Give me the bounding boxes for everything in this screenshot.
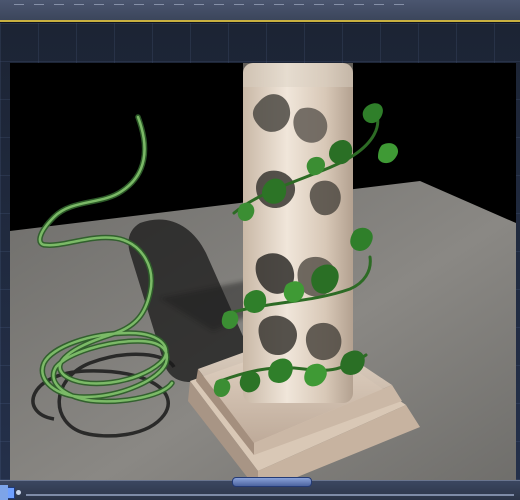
tool-tick[interactable] xyxy=(94,4,104,11)
bottom-timeline-bar[interactable] xyxy=(0,477,520,500)
status-dot xyxy=(16,490,21,495)
top-toolbar[interactable] xyxy=(0,0,520,23)
tool-tick[interactable] xyxy=(134,4,144,11)
tool-tick[interactable] xyxy=(374,4,384,11)
timeline-handle[interactable] xyxy=(232,477,312,487)
tool-tick[interactable] xyxy=(194,4,204,11)
tool-tick[interactable] xyxy=(314,4,324,11)
tool-tick[interactable] xyxy=(254,4,264,11)
tool-tick[interactable] xyxy=(354,4,364,11)
tool-tick[interactable] xyxy=(74,4,84,11)
tool-tick[interactable] xyxy=(154,4,164,11)
column-top-face xyxy=(243,63,353,87)
tool-tick[interactable] xyxy=(294,4,304,11)
tool-tick[interactable] xyxy=(54,4,64,11)
timeline-track[interactable] xyxy=(26,494,514,496)
side-tab[interactable] xyxy=(0,485,8,500)
app-window xyxy=(0,0,520,500)
tool-tick[interactable] xyxy=(274,4,284,11)
tool-tick[interactable] xyxy=(394,4,404,11)
tool-tick[interactable] xyxy=(174,4,184,11)
render-canvas[interactable] xyxy=(10,63,516,500)
tool-tick[interactable] xyxy=(14,4,24,11)
tool-tick[interactable] xyxy=(334,4,344,11)
viewport-3d[interactable] xyxy=(0,22,520,500)
tool-tick[interactable] xyxy=(234,4,244,11)
tool-tick[interactable] xyxy=(34,4,44,11)
tool-tick[interactable] xyxy=(114,4,124,11)
tool-tick[interactable] xyxy=(214,4,224,11)
